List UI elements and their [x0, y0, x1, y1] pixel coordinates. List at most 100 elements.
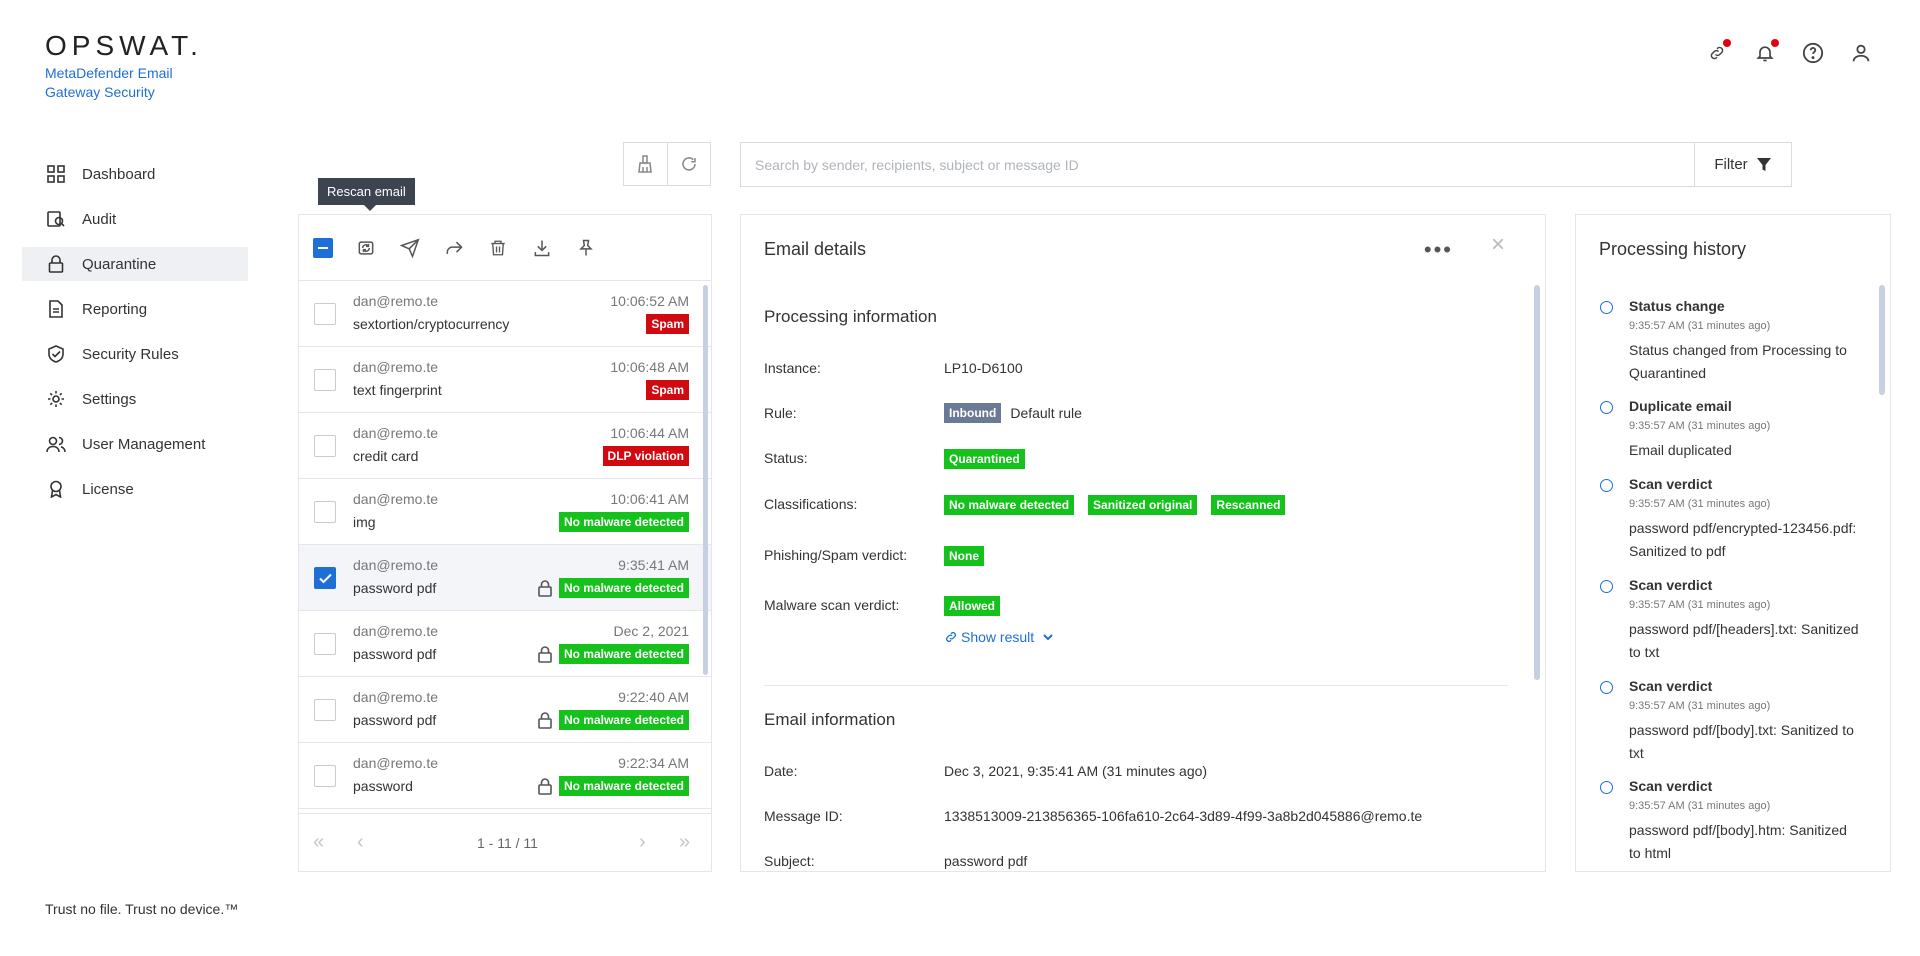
- section-divider: [764, 685, 1508, 686]
- timeline-dot: [1600, 580, 1613, 593]
- email-row[interactable]: dan@remo.te credit card 10:06:44 AM DLP …: [299, 413, 711, 479]
- timeline-dot: [1600, 781, 1613, 794]
- select-all-checkbox[interactable]: [313, 237, 333, 258]
- date-value: Dec 3, 2021, 9:35:41 AM (31 minutes ago): [944, 763, 1208, 779]
- refresh-button[interactable]: [666, 143, 710, 185]
- more-options-icon[interactable]: •••: [1424, 237, 1453, 263]
- sidebar-item-settings[interactable]: Settings: [22, 382, 248, 416]
- history-item-desc: password pdf/[body].txt: Sanitized to tx…: [1629, 722, 1854, 761]
- search-input[interactable]: [741, 143, 1694, 186]
- history-item-desc: password pdf/[body].htm: Sanitized to ht…: [1629, 822, 1847, 861]
- email-row[interactable]: dan@remo.te sextortion/cryptocurrency 10…: [299, 281, 711, 347]
- subject-value: password pdf: [944, 853, 1028, 869]
- sidebar-item-reporting[interactable]: Reporting: [22, 292, 248, 326]
- malware-label: Malware scan verdict:: [764, 597, 900, 613]
- email-row[interactable]: dan@remo.te password pdf 9:35:41 AM No m…: [299, 545, 711, 611]
- sidebar-item-security-rules[interactable]: Security Rules: [22, 337, 248, 371]
- row-checkbox[interactable]: [314, 303, 336, 325]
- row-checkbox[interactable]: [314, 369, 336, 391]
- history-item-time: 9:35:57 AM (31 minutes ago): [1629, 599, 1771, 611]
- history-item-title: Scan verdict: [1629, 577, 1713, 593]
- sidebar-item-label: User Management: [82, 435, 206, 453]
- details-scrollbar[interactable]: [1534, 285, 1540, 680]
- sidebar-item-label: Quarantine: [82, 255, 157, 273]
- list-tool-box: [623, 142, 711, 186]
- history-item-desc: Status changed from Processing to Quaran…: [1629, 342, 1847, 381]
- email-time: 9:35:41 AM: [618, 557, 689, 573]
- message-id-value: 1338513009-213856365-106fa610-2c64-3d89-…: [944, 808, 1423, 824]
- email-row[interactable]: dan@remo.te password pdf 9:22:40 AM No m…: [299, 677, 711, 743]
- link-icon[interactable]: [1706, 39, 1731, 64]
- users-icon: [46, 434, 66, 454]
- email-time: 9:22:40 AM: [618, 689, 689, 705]
- classification-badge: Rescanned: [1211, 495, 1286, 515]
- close-icon[interactable]: ×: [1491, 231, 1505, 259]
- trash-icon[interactable]: [487, 237, 509, 259]
- history-item-time: 9:35:57 AM (31 minutes ago): [1629, 420, 1771, 432]
- lock-icon: [538, 646, 552, 663]
- row-checkbox[interactable]: [314, 765, 336, 787]
- sidebar-item-user-management[interactable]: User Management: [22, 427, 248, 461]
- email-time: 10:06:41 AM: [610, 491, 689, 507]
- first-page-icon[interactable]: «: [313, 831, 324, 854]
- rescan-icon[interactable]: [355, 237, 377, 259]
- sidebar-item-license[interactable]: License: [22, 472, 248, 506]
- forward-icon[interactable]: [443, 237, 465, 259]
- rule-label: Rule:: [764, 405, 797, 421]
- timeline-dot: [1600, 301, 1613, 314]
- email-row[interactable]: dan@remo.te text fingerprint 10:06:48 AM…: [299, 347, 711, 413]
- user-icon[interactable]: [1850, 42, 1872, 64]
- row-checkbox[interactable]: [314, 501, 336, 523]
- last-page-icon[interactable]: »: [679, 831, 690, 854]
- email-subject: password pdf: [353, 646, 437, 662]
- email-row[interactable]: dan@remo.te password 9:22:34 AM No malwa…: [299, 743, 711, 809]
- processing-history-panel: Processing history Status change 9:35:57…: [1575, 214, 1891, 872]
- processing-info-title: Processing information: [764, 307, 937, 326]
- download-icon[interactable]: [531, 237, 553, 259]
- filter-label: Filter: [1714, 156, 1748, 173]
- malware-badge: Allowed: [944, 596, 1001, 616]
- sidebar-item-audit[interactable]: Audit: [22, 202, 248, 236]
- send-icon[interactable]: [399, 237, 421, 259]
- row-checkbox[interactable]: [314, 633, 336, 655]
- list-scrollbar[interactable]: [703, 285, 708, 675]
- show-result-link[interactable]: Show result: [944, 629, 1053, 645]
- row-checkbox[interactable]: [314, 699, 336, 721]
- details-title: Email details: [764, 239, 867, 259]
- sidebar-item-label: Settings: [82, 390, 137, 408]
- email-subject: password pdf: [353, 712, 437, 728]
- next-page-icon[interactable]: ›: [639, 831, 646, 854]
- history-item-time: 9:35:57 AM (31 minutes ago): [1629, 700, 1771, 712]
- history-item-desc: password pdf/[headers].txt: Sanitized to…: [1629, 621, 1859, 660]
- phishing-badge: None: [944, 546, 984, 566]
- history-scrollbar[interactable]: [1879, 285, 1885, 395]
- prev-page-icon[interactable]: ‹: [357, 831, 364, 854]
- sidebar-item-quarantine[interactable]: Quarantine: [22, 247, 248, 281]
- bell-icon[interactable]: [1754, 39, 1779, 64]
- row-checkbox[interactable]: [314, 435, 336, 457]
- email-subject: sextortion/cryptocurrency: [353, 316, 510, 332]
- help-icon[interactable]: [1802, 42, 1824, 64]
- sidebar-item-dashboard[interactable]: Dashboard: [22, 157, 248, 191]
- broom-icon: [638, 155, 653, 173]
- email-row[interactable]: dan@remo.te img 10:06:41 AM No malware d…: [299, 479, 711, 545]
- email-time: Dec 2, 2021: [613, 623, 690, 639]
- opswat-logo: OPSWAT.: [45, 30, 203, 61]
- email-sender: dan@remo.te: [353, 689, 439, 705]
- row-checkbox[interactable]: [314, 567, 336, 589]
- filter-button[interactable]: Filter: [1694, 143, 1791, 186]
- classification-badge: Sanitized original: [1088, 495, 1198, 515]
- verdict-badge: Spam: [646, 314, 689, 334]
- lock-icon: [538, 712, 552, 729]
- clear-filters-button[interactable]: [624, 143, 667, 185]
- email-row[interactable]: dan@remo.te password pdf Dec 2, 2021 No …: [299, 611, 711, 677]
- status-label: Status:: [764, 450, 808, 466]
- history-item-time: 9:35:57 AM (31 minutes ago): [1629, 320, 1771, 332]
- email-sender: dan@remo.te: [353, 359, 439, 375]
- pin-icon[interactable]: [575, 237, 597, 259]
- list-pagination: « ‹ 1 - 11 / 11 › »: [299, 813, 711, 871]
- history-item-title: Scan verdict: [1629, 778, 1713, 794]
- rule-direction-badge: Inbound: [944, 403, 1002, 423]
- history-item-title: Duplicate email: [1629, 398, 1732, 414]
- verdict-badge: No malware detected: [558, 512, 689, 532]
